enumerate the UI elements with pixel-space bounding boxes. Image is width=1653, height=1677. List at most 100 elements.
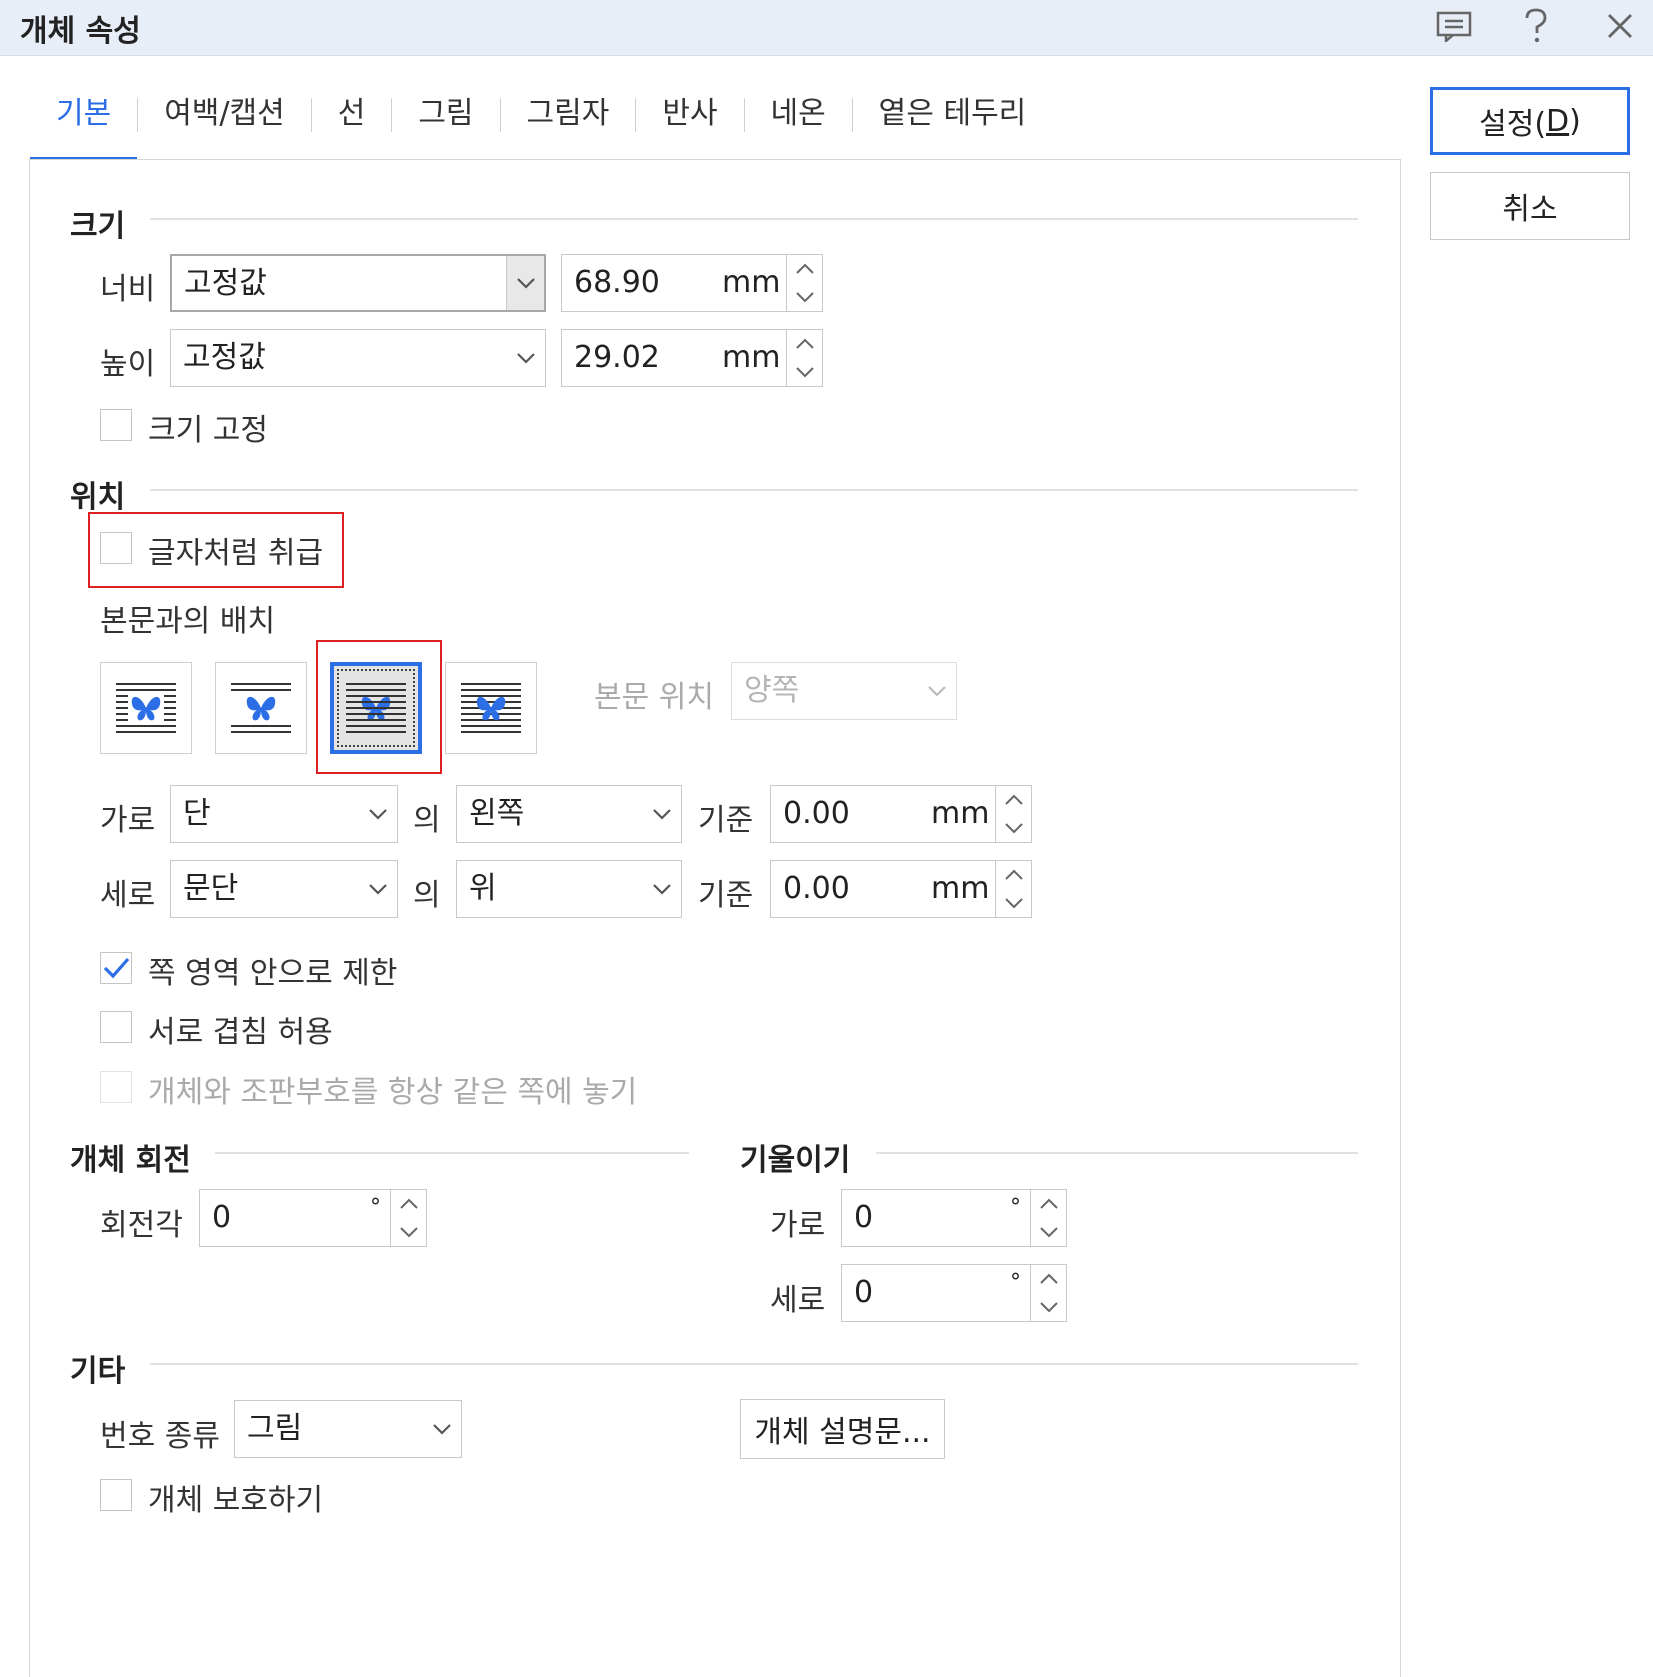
section-divider [150, 1363, 1358, 1365]
spin-buttons [995, 861, 1031, 917]
rotation-section-title: 개체 회전 [70, 1143, 191, 1178]
treat-as-char-label: 글자처럼 취급 [148, 536, 324, 571]
height-label: 높이 [100, 347, 156, 382]
chevron-up-icon[interactable] [787, 330, 823, 358]
object-description-button[interactable]: 개체 설명문... [740, 1399, 945, 1459]
number-type-label: 번호 종류 [100, 1419, 220, 1454]
horizontal-offset-unit: mm [931, 796, 990, 831]
vertical-align-select[interactable]: 위 [456, 860, 682, 918]
horizontal-offset-spinner[interactable]: 0.00 mm [770, 785, 1032, 843]
chevron-down-icon[interactable] [787, 358, 823, 386]
tab-line[interactable]: 선 [312, 88, 392, 160]
height-mode-value: 고정값 [183, 340, 266, 375]
tab-margin-caption[interactable]: 여백/캡션 [138, 88, 311, 160]
width-unit: mm [722, 265, 781, 300]
chevron-down-icon[interactable] [507, 330, 545, 386]
title-bar: 개체 속성 [0, 0, 1653, 56]
size-lock-label: 크기 고정 [148, 413, 268, 448]
horizontal-align-select[interactable]: 왼쪽 [456, 785, 682, 843]
position-section-title: 위치 [70, 480, 126, 515]
close-icon[interactable] [1600, 6, 1640, 46]
height-value: 29.02 [574, 340, 660, 375]
number-type-value: 그림 [247, 1411, 303, 1446]
chevron-up-icon[interactable] [1031, 1265, 1067, 1293]
wrap-behind-text-button[interactable] [330, 662, 422, 754]
horizontal-label: 가로 [100, 803, 156, 838]
vertical-offset-spinner[interactable]: 0.00 mm [770, 860, 1032, 918]
wrap-label: 본문과의 배치 [100, 604, 276, 639]
chevron-up-icon[interactable] [1031, 1190, 1067, 1218]
width-mode-select[interactable]: 고정값 [170, 254, 546, 312]
spin-buttons [995, 786, 1031, 842]
chevron-down-icon[interactable] [506, 256, 544, 310]
chevron-down-icon[interactable] [391, 1218, 427, 1246]
focus-ring [337, 669, 415, 747]
chevron-down-icon[interactable] [1031, 1218, 1067, 1246]
degree-symbol: ° [1010, 1270, 1021, 1295]
skew-vertical-spinner[interactable]: 0 ° [841, 1264, 1067, 1322]
tab-shadow[interactable]: 그림자 [501, 88, 636, 160]
section-divider [215, 1152, 689, 1154]
height-mode-select[interactable]: 고정값 [170, 329, 546, 387]
size-lock-checkbox[interactable] [100, 409, 132, 441]
in-front-of-text-icon [461, 683, 521, 733]
chevron-down-icon[interactable] [1031, 1293, 1067, 1321]
tab-neon[interactable]: 네온 [745, 88, 852, 160]
checkmark-icon [103, 957, 130, 979]
chevron-down-icon[interactable] [996, 889, 1032, 917]
comment-icon[interactable] [1434, 6, 1474, 46]
tab-bar: 기본 여백/캡션 선 그림 그림자 반사 네온 옅은 테두리 [30, 88, 1052, 160]
ok-button[interactable]: 설정(D) [1430, 87, 1630, 155]
chevron-up-icon[interactable] [996, 786, 1032, 814]
number-type-select[interactable]: 그림 [234, 1400, 462, 1458]
tab-basic[interactable]: 기본 [30, 88, 138, 160]
degree-symbol: ° [370, 1195, 381, 1220]
chevron-down-icon[interactable] [643, 861, 681, 917]
chevron-down-icon[interactable] [643, 786, 681, 842]
spin-buttons [390, 1190, 426, 1246]
chevron-down-icon[interactable] [423, 1401, 461, 1457]
horizontal-ref-select[interactable]: 단 [170, 785, 398, 843]
chevron-up-icon[interactable] [391, 1190, 427, 1218]
horizontal-ref-value: 단 [183, 796, 211, 831]
width-value: 68.90 [574, 265, 660, 300]
rotation-angle-spinner[interactable]: 0 ° [199, 1189, 427, 1247]
limit-page-area-checkbox[interactable] [100, 952, 132, 984]
of-label: 의 [413, 878, 441, 913]
size-section-title: 크기 [70, 209, 126, 244]
limit-page-area-label: 쪽 영역 안으로 제한 [148, 956, 398, 991]
chevron-down-icon[interactable] [787, 283, 823, 311]
chevron-down-icon[interactable] [996, 814, 1032, 842]
width-value-spinner[interactable]: 68.90 mm [561, 254, 823, 312]
chevron-down-icon[interactable] [359, 861, 397, 917]
skew-horizontal-spinner[interactable]: 0 ° [841, 1189, 1067, 1247]
spin-buttons [786, 255, 822, 311]
wrap-top-bottom-button[interactable] [215, 662, 307, 754]
wrap-square-button[interactable] [100, 662, 192, 754]
chevron-down-icon [918, 663, 956, 719]
wrap-in-front-button[interactable] [445, 662, 537, 754]
allow-overlap-label: 서로 겹침 허용 [148, 1015, 333, 1050]
tab-soft-edge[interactable]: 옅은 테두리 [853, 88, 1053, 160]
vertical-ref-select[interactable]: 문단 [170, 860, 398, 918]
rotation-angle-label: 회전각 [100, 1208, 183, 1243]
ok-label-suffix: ) [1569, 103, 1581, 139]
allow-overlap-checkbox[interactable] [100, 1011, 132, 1043]
base-label: 기준 [698, 803, 754, 838]
treat-as-char-checkbox[interactable] [100, 532, 132, 564]
cancel-button[interactable]: 취소 [1430, 172, 1630, 240]
chevron-up-icon[interactable] [996, 861, 1032, 889]
protect-object-checkbox[interactable] [100, 1479, 132, 1511]
skew-vertical-label: 세로 [770, 1283, 826, 1318]
help-icon[interactable] [1516, 6, 1556, 46]
chevron-up-icon[interactable] [787, 255, 823, 283]
height-value-spinner[interactable]: 29.02 mm [561, 329, 823, 387]
same-page-checkbox [100, 1071, 132, 1103]
tab-picture[interactable]: 그림 [392, 88, 499, 160]
width-mode-value: 고정값 [184, 266, 267, 301]
skew-horizontal-label: 가로 [770, 1208, 826, 1243]
tab-reflection[interactable]: 반사 [636, 88, 743, 160]
chevron-down-icon[interactable] [359, 786, 397, 842]
skew-vertical-value: 0 [854, 1275, 874, 1310]
top-bottom-wrap-icon [231, 683, 291, 733]
